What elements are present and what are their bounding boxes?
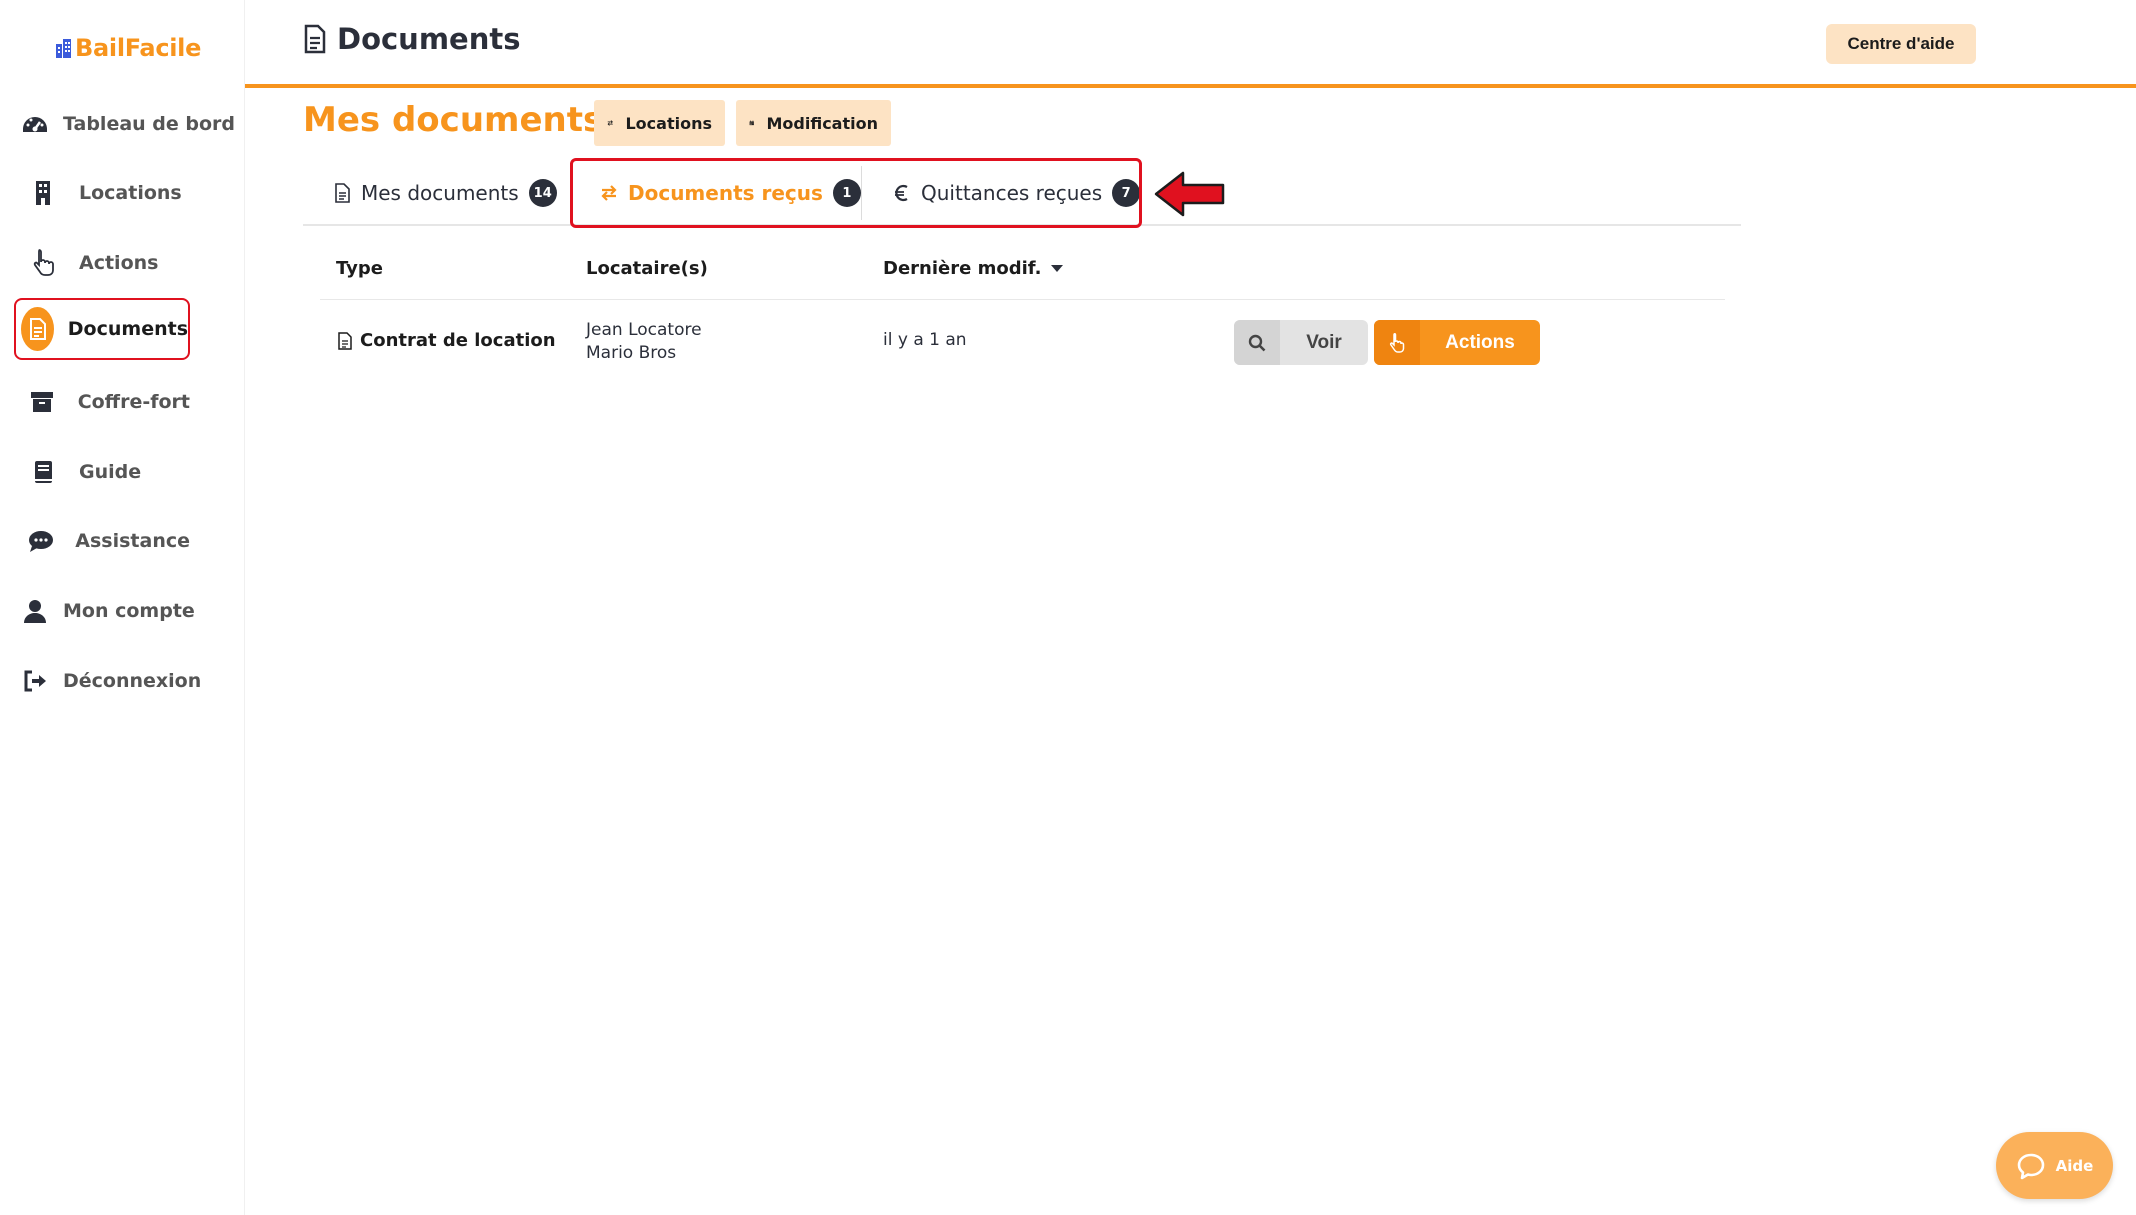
page-title: Documents [303,22,521,56]
help-widget-button[interactable]: Aide [1996,1132,2113,1199]
sidebar-item-tableau-de-bord[interactable]: Tableau de bord [14,93,235,155]
sidebar-item-mon-compte[interactable]: Mon compte [14,580,195,642]
top-bar: Documents Centre d'aide [245,0,2136,88]
document-icon [338,331,352,350]
view-button[interactable]: Voir [1234,320,1368,365]
sidebar-item-assistance[interactable]: Assistance [14,510,190,572]
user-icon [21,589,49,633]
actions-button[interactable]: Actions [1374,320,1540,365]
document-icon [335,183,350,203]
sidebar-item-label: Guide [79,461,142,483]
page-title-text: Documents [337,22,521,56]
column-header-label: Dernière modif. [883,258,1042,279]
count-badge: 14 [528,179,557,207]
section-title: Mes documents [303,100,604,140]
chip-label: Modification [766,113,878,133]
building-icon [21,171,65,215]
help-widget-label: Aide [2055,1156,2094,1175]
document-type-text: Contrat de location [360,330,556,351]
tab-label: Mes documents [361,181,519,205]
view-button-label: Voir [1306,331,1342,353]
sidebar-item-label: Déconnexion [63,670,202,692]
annotation-arrow-icon [1154,171,1225,217]
document-type-cell: Contrat de location [338,330,556,351]
search-icon [1234,320,1280,365]
modification-filter-chip[interactable]: Modification [736,100,891,146]
tenant-name: Jean Locatore [586,320,702,340]
sidebar-item-label: Mon compte [63,600,195,622]
sidebar-item-label: Assistance [75,530,190,552]
table-header-divider [320,299,1725,300]
book-icon [21,450,65,494]
sidebar-item-label: Coffre-fort [77,391,190,413]
sidebar-item-documents[interactable]: Documents [14,298,190,360]
sort-desc-icon [1051,265,1064,272]
tenants-cell: Jean Locatore Mario Bros [586,319,702,365]
column-header-last-modified[interactable]: Dernière modif. [883,258,1064,279]
sidebar: BailFacile Tableau de bord Locations Act… [0,0,245,1215]
chat-bubble-icon [2017,1153,2044,1179]
tenant-name: Mario Bros [586,343,677,363]
sidebar-item-label: Locations [79,182,182,204]
document-icon [304,24,326,54]
sidebar-item-actions[interactable]: Actions [14,232,190,294]
sign-out-icon [21,659,49,703]
sidebar-item-guide[interactable]: Guide [14,441,190,503]
building-logo-icon [56,39,71,58]
sidebar-item-label: Documents [67,318,188,340]
sidebar-item-locations[interactable]: Locations [14,162,190,224]
hand-pointer-icon [21,241,65,285]
chip-label: Locations [625,113,712,133]
exchange-arrows-icon [607,120,613,126]
tab-mes-documents[interactable]: Mes documents 14 [333,160,557,226]
annotation-highlight-box [570,158,1142,228]
sidebar-item-coffre-fort[interactable]: Coffre-fort [14,371,190,433]
archive-box-icon [21,380,64,424]
sidebar-item-label: Actions [79,252,159,274]
last-modified-cell: il y a 1 an [883,330,967,350]
dashboard-gauge-icon [21,102,49,146]
column-header-tenants[interactable]: Locataire(s) [586,258,708,279]
brand-name: BailFacile [75,34,202,62]
document-icon [21,307,54,351]
calendar-icon [749,120,754,126]
sidebar-item-deconnexion[interactable]: Déconnexion [14,650,201,712]
actions-button-label: Actions [1445,331,1515,353]
locations-filter-chip[interactable]: Locations [594,100,725,146]
hand-pointer-icon [1374,320,1420,365]
chat-bubble-icon [21,519,61,563]
column-header-type[interactable]: Type [336,258,383,279]
brand-logo[interactable]: BailFacile [55,30,201,66]
sidebar-item-label: Tableau de bord [63,113,236,135]
help-center-button[interactable]: Centre d'aide [1826,24,1976,64]
